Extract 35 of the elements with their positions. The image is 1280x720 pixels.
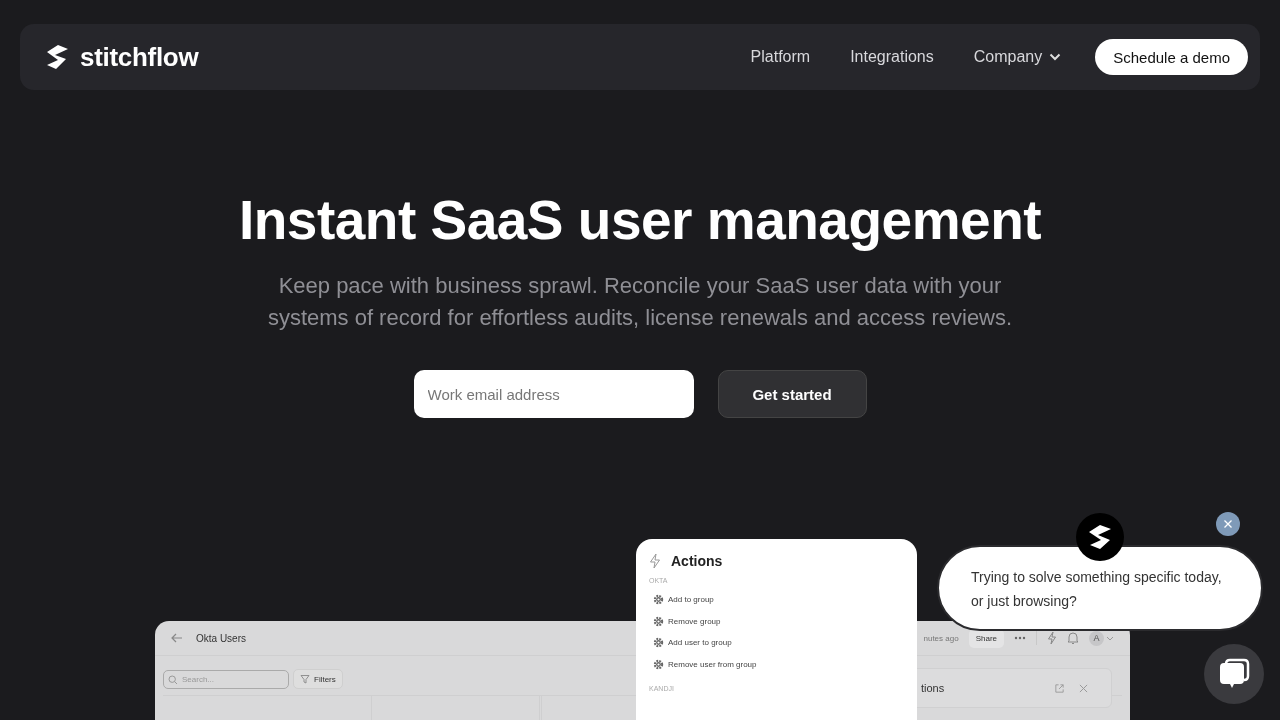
back-arrow-icon[interactable] [171,633,183,643]
nav-link[interactable]: Company [973,48,1062,66]
gear-icon [653,594,664,606]
chat-launcher-icon[interactable] [1204,644,1264,704]
bell-icon[interactable] [1067,631,1079,645]
lightning-icon[interactable] [1047,631,1057,645]
popup-title: Actions [671,553,723,569]
nav-link[interactable]: Integrations [850,48,934,66]
get-started-button[interactable]: Get started [717,370,867,418]
filters-button[interactable]: Filters [293,669,343,689]
email-field[interactable]: Work email address [413,370,694,418]
close-icon[interactable] [1216,512,1240,536]
chat-message: Trying to solve something specific today, or just browsing? [971,568,1223,611]
hero-subtitle: Keep pace with business sprawl. Reconcile your SaaS user data with your systems of record for effortless audits, license renewals and access reviews. [266,272,1014,332]
logo-text[interactable]: stitchflow [80,41,199,73]
panel-title: tions [921,682,945,694]
nav-link[interactable]: Platform [750,48,811,66]
filter-icon [300,674,310,684]
gear-icon [653,637,664,649]
lightning-icon [649,553,661,569]
action-item[interactable]: Add to group [649,589,904,611]
updated-time: nutes ago [923,633,959,643]
page-title: Okta Users [196,632,246,644]
external-link-icon[interactable] [1054,682,1065,694]
hero-title: Instant SaaS user management [237,190,1043,250]
more-icon[interactable] [1014,636,1026,640]
action-item[interactable]: Remove group [649,610,904,632]
chevron-down-icon [1049,53,1062,61]
action-item[interactable]: Remove user from group [649,653,904,675]
gear-icon [653,615,664,627]
schedule-demo-button[interactable]: Schedule a demo [1095,39,1248,75]
caret-icon[interactable] [1106,635,1114,641]
action-item[interactable]: Add user to group [649,632,904,654]
search-icon [168,674,178,685]
gear-icon [653,658,664,670]
